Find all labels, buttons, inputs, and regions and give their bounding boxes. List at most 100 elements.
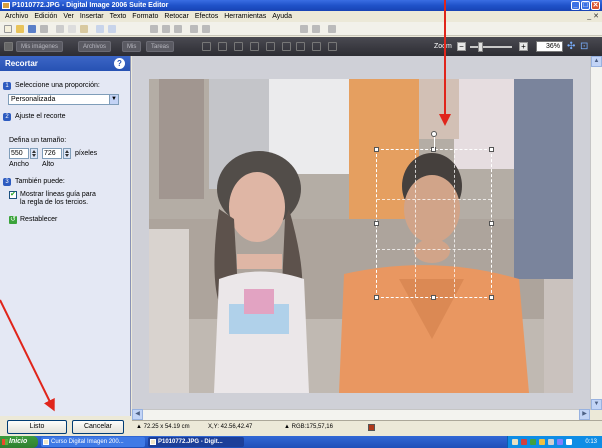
tray-icon-7[interactable]: [566, 439, 572, 445]
menu-herramientas[interactable]: Herramientas: [221, 11, 269, 22]
rotate-handle[interactable]: [431, 131, 437, 137]
paste-icon[interactable]: [80, 25, 88, 33]
size-label: Defina un tamaño:: [9, 137, 67, 144]
tray-icon-2[interactable]: [521, 439, 527, 445]
height-spinner[interactable]: [63, 148, 71, 159]
start-button[interactable]: Inicio: [0, 436, 38, 448]
task-editor-label: P1010772.JPG - Digit...: [158, 439, 223, 445]
save-icon[interactable]: [28, 25, 36, 33]
restore-link[interactable]: Restablecer: [20, 215, 57, 224]
volume-icon[interactable]: [557, 439, 563, 445]
back-icon[interactable]: [4, 42, 13, 51]
undo-icon[interactable]: [96, 25, 104, 33]
cancel-button[interactable]: Cancelar: [72, 420, 124, 434]
copy-icon[interactable]: [68, 25, 76, 33]
crop-handle-right[interactable]: [489, 221, 494, 226]
flip-icon[interactable]: [190, 25, 198, 33]
close-button[interactable]: ✕: [591, 1, 600, 10]
crop-selection[interactable]: [376, 149, 492, 298]
my-button[interactable]: Mis: [122, 41, 142, 52]
rotate-icon[interactable]: [174, 25, 182, 33]
zoom-percent-field[interactable]: 36%: [536, 41, 563, 52]
fit-to-window-icon[interactable]: ✣: [567, 42, 577, 52]
undo-dark-icon[interactable]: [218, 42, 227, 51]
crop-handle-bottom-right[interactable]: [489, 295, 494, 300]
taskbar-item-course[interactable]: Curso Digital Imagen 200...: [41, 437, 145, 447]
rotate-left-icon[interactable]: [250, 42, 259, 51]
menu-texto[interactable]: Texto: [107, 11, 130, 22]
network-icon[interactable]: [548, 439, 554, 445]
scroll-right-icon[interactable]: ▶: [579, 409, 590, 420]
text-icon[interactable]: [150, 25, 158, 33]
new-file-icon[interactable]: [4, 25, 12, 33]
redo-dark-icon[interactable]: [234, 42, 243, 51]
width-caption: Ancho: [9, 161, 29, 168]
shape-icon[interactable]: [162, 25, 170, 33]
minimize-button[interactable]: _: [571, 1, 580, 10]
email-icon[interactable]: [312, 42, 321, 51]
crop-handle-left[interactable]: [374, 221, 379, 226]
print-icon[interactable]: [40, 25, 48, 33]
select-icon[interactable]: [328, 25, 336, 33]
redo-icon[interactable]: [108, 25, 116, 33]
restore-icon[interactable]: ↺: [9, 216, 17, 224]
zoom-slider-track[interactable]: [470, 46, 512, 48]
width-spinner[interactable]: [30, 148, 38, 159]
play-icon[interactable]: [202, 42, 211, 51]
zoom-out-button[interactable]: −: [457, 42, 466, 51]
menu-retocar[interactable]: Retocar: [161, 11, 192, 22]
tray-icon-3[interactable]: [530, 439, 536, 445]
vertical-scrollbar[interactable]: ▲ ▼: [590, 56, 602, 410]
crop-handle-bottom-left[interactable]: [374, 295, 379, 300]
thirds-guide-horizontal-1: [377, 199, 491, 200]
menu-insertar[interactable]: Insertar: [77, 11, 107, 22]
view-toolbar: Mis imágenes Archivos Mis Tareas Zoom − …: [0, 37, 602, 56]
crop-tool-icon[interactable]: [282, 42, 291, 51]
menu-bar: Archivo Edición Ver Insertar Texto Forma…: [0, 11, 602, 22]
proportion-select[interactable]: Personalizada ▼: [8, 94, 119, 105]
share-icon[interactable]: [328, 42, 337, 51]
done-button[interactable]: Listo: [7, 420, 67, 434]
rotate-right-icon[interactable]: [266, 42, 275, 51]
taskbar: Inicio Curso Digital Imagen 200... P1010…: [0, 436, 602, 448]
zoom-in-button[interactable]: +: [519, 42, 528, 51]
menu-archivo[interactable]: Archivo: [2, 11, 31, 22]
menu-edicion[interactable]: Edición: [31, 11, 60, 22]
menu-formato[interactable]: Formato: [129, 11, 161, 22]
width-field[interactable]: 550: [9, 148, 29, 159]
effects-icon[interactable]: [312, 25, 320, 33]
files-button[interactable]: Archivos: [78, 41, 112, 52]
cut-icon[interactable]: [56, 25, 64, 33]
open-folder-icon[interactable]: [16, 25, 24, 33]
brush-icon[interactable]: [300, 25, 308, 33]
scroll-left-icon[interactable]: ◀: [132, 409, 143, 420]
horizontal-scrollbar[interactable]: ◀ ▶: [132, 409, 590, 420]
print-dark-icon[interactable]: [296, 42, 305, 51]
tray-icon-4[interactable]: [539, 439, 545, 445]
crop-dim-overlay: [149, 79, 573, 393]
document-window-controls[interactable]: _ ✕: [587, 11, 599, 22]
scroll-up-icon[interactable]: ▲: [591, 56, 602, 67]
help-icon[interactable]: ?: [114, 58, 125, 69]
title-bar: P1010772.JPG - Digital Image 2006 Suite …: [0, 0, 602, 11]
crop-handle-top-left[interactable]: [374, 147, 379, 152]
scroll-down-icon[interactable]: ▼: [591, 399, 602, 410]
crop-handle-bottom[interactable]: [431, 295, 436, 300]
crop-handle-top-right[interactable]: [489, 147, 494, 152]
layer-icon[interactable]: [202, 25, 210, 33]
height-field[interactable]: 726: [42, 148, 62, 159]
actual-size-icon[interactable]: ⊡: [580, 42, 590, 52]
zoom-slider-thumb[interactable]: [478, 42, 483, 52]
maximize-button[interactable]: □: [581, 1, 590, 10]
my-images-button[interactable]: Mis imágenes: [16, 41, 64, 52]
taskbar-item-editor[interactable]: P1010772.JPG - Digit...: [148, 437, 244, 447]
menu-ver[interactable]: Ver: [60, 11, 77, 22]
guides-checkbox[interactable]: ✔: [9, 191, 17, 199]
thirds-guide-vertical-1: [415, 150, 416, 297]
tray-icon-1[interactable]: [512, 439, 518, 445]
chevron-down-icon[interactable]: ▼: [109, 95, 118, 104]
tasks-button[interactable]: Tareas: [146, 41, 175, 52]
menu-efectos[interactable]: Efectos: [192, 11, 221, 22]
menu-ayuda[interactable]: Ayuda: [269, 11, 295, 22]
rgb-value: RGB:175,57,16: [291, 424, 333, 430]
